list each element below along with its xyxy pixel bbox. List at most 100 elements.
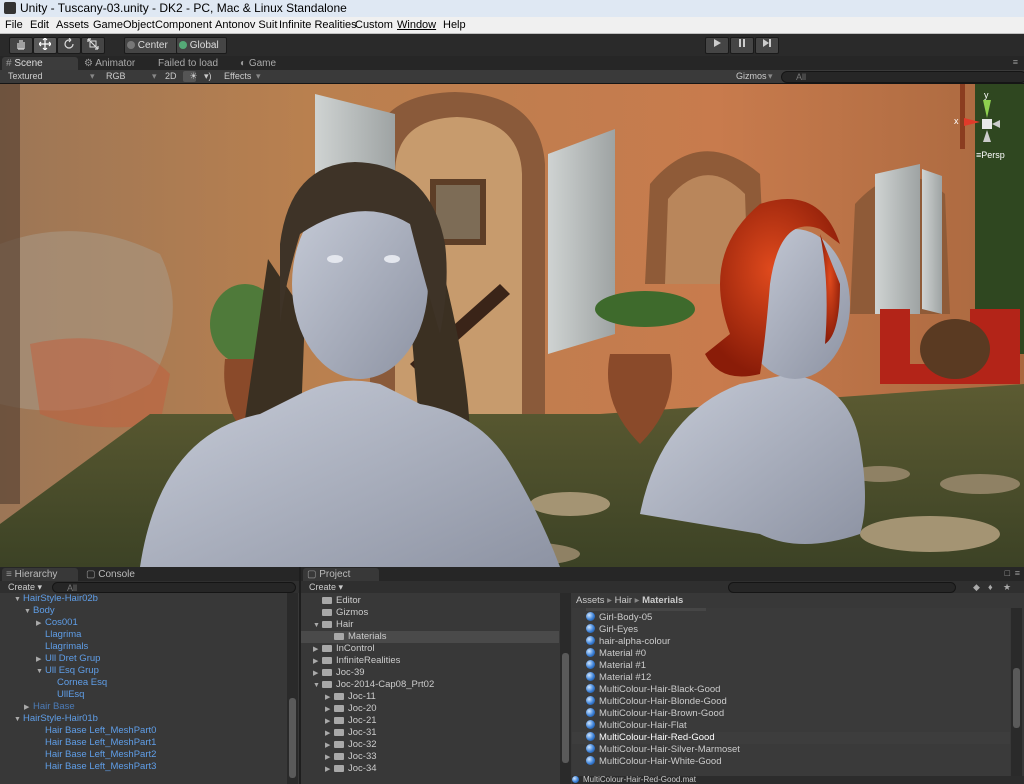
project-search-input[interactable] — [728, 582, 956, 593]
tab-hierarchy[interactable]: ≡ Hierarchy — [2, 568, 78, 581]
hierarchy-item[interactable]: ▼ HairStyle-Hair02b — [14, 593, 98, 605]
favorite-star-icon[interactable]: ★ — [1003, 581, 1011, 593]
folder-item[interactable]: ▶ Joc-39 — [313, 667, 365, 679]
menu-gameobject[interactable]: GameObject — [93, 17, 155, 33]
menu-help[interactable]: Help — [443, 17, 466, 33]
hierarchy-item[interactable]: ▶ Ull Dret Grup — [36, 653, 100, 665]
hierarchy-item[interactable]: ▼ Body — [24, 605, 55, 617]
hierarchy-scrollbar[interactable] — [287, 593, 298, 784]
hierarchy-item[interactable]: Hair Base Left_MeshPart3 — [45, 761, 156, 773]
scene-viewport[interactable]: y x ≡Persp — [0, 84, 1024, 567]
asset-item[interactable]: Girl-Body-05 — [586, 612, 652, 624]
folder-item[interactable]: ▶ Joc-20 — [325, 703, 377, 715]
color-mode-dropdown[interactable]: RGB — [106, 70, 126, 83]
hierarchy-item[interactable]: Llagrima — [45, 629, 81, 641]
color-mode-chevron-icon: ▾ — [152, 71, 157, 81]
tab-game[interactable]: ◐ Game — [240, 57, 276, 70]
folder-item[interactable]: ▶ Joc-11 — [325, 691, 376, 703]
asset-item[interactable]: MultiColour-Hair-Silver-Marmoset — [586, 744, 740, 756]
panel-menu-icon[interactable]: ≡ — [1013, 57, 1018, 67]
asset-list-scrollbar-thumb[interactable] — [1013, 668, 1020, 728]
play-button[interactable] — [705, 37, 729, 54]
folder-item[interactable]: ▶ InfiniteRealities — [313, 655, 400, 667]
folder-tree-scrollbar[interactable] — [560, 593, 571, 784]
menu-window[interactable]: Window — [397, 17, 436, 33]
lighting-toggle-button[interactable]: ☀ — [183, 71, 198, 82]
effects-dropdown[interactable]: Effects — [224, 70, 251, 83]
scene-search-input[interactable]: All — [781, 71, 1024, 83]
render-mode-dropdown[interactable]: Textured — [8, 70, 43, 83]
asset-item[interactable]: MultiColour-Hair-Black-Good — [586, 684, 720, 696]
asset-item[interactable]: Material #0 — [586, 648, 646, 660]
menu-edit[interactable]: Edit — [30, 17, 49, 33]
asset-item[interactable]: MultiColour-Hair-Flat — [586, 720, 687, 732]
filter-label-icon[interactable]: ♦ — [988, 581, 993, 593]
hierarchy-item[interactable]: ▶ Cos001 — [36, 617, 78, 629]
tab-project[interactable]: ▢ Project — [303, 568, 379, 581]
hierarchy-item[interactable]: Hair Base Left_MeshPart1 — [45, 737, 156, 749]
asset-item[interactable]: MultiColour-Hair-White-Good — [586, 756, 721, 768]
hierarchy-scrollbar-thumb[interactable] — [289, 698, 296, 778]
folder-item[interactable]: ▶ Joc-21 — [325, 715, 377, 727]
folder-item[interactable]: Gizmos — [322, 607, 368, 619]
menu-custom[interactable]: Custom — [355, 17, 393, 33]
project-create-dropdown[interactable]: Create ▾ — [309, 581, 343, 593]
hierarchy-item[interactable]: ▼ Ull Esq Grup — [36, 665, 99, 677]
tab-scene[interactable]: # Scene — [2, 57, 78, 70]
asset-item-selected[interactable]: MultiColour-Hair-Red-Good — [572, 732, 1010, 744]
folder-item[interactable]: ▶ Joc-34 — [325, 763, 377, 775]
breadcrumb-materials[interactable]: Materials — [642, 595, 683, 606]
pause-button[interactable] — [730, 37, 754, 54]
hierarchy-item[interactable]: ▶ Hair Base — [24, 701, 75, 713]
filter-type-icon[interactable]: ◆ — [973, 581, 980, 593]
step-button[interactable] — [755, 37, 779, 54]
tab-animator[interactable]: ⚙ Animator — [84, 57, 135, 70]
toggle-2d-button[interactable]: 2D — [165, 70, 177, 83]
hierarchy-item[interactable]: Cornea Esq — [57, 677, 107, 689]
rotate-tool-button[interactable] — [57, 37, 81, 54]
asset-item[interactable]: MultiColour-Hair-Blonde-Good — [586, 696, 727, 708]
folder-item[interactable]: ▼ Hair — [313, 619, 353, 631]
folder-item[interactable]: ▼ Joc-2014-Cap08_Prt02 — [313, 679, 434, 691]
menu-antonov-suit[interactable]: Antonov Suit — [215, 17, 277, 33]
tab-console[interactable]: ▢ Console — [86, 568, 135, 581]
lock-icon[interactable]: □ — [1005, 568, 1010, 578]
asset-item[interactable]: MultiColour-Hair-Brown-Good — [586, 708, 724, 720]
pivot-mode-button[interactable]: Center — [124, 37, 178, 54]
scene-orientation-gizmo[interactable]: y x ≡Persp — [950, 90, 1020, 162]
asset-item[interactable]: hair-alpha-colour — [586, 636, 670, 648]
menu-assets[interactable]: Assets — [56, 17, 89, 33]
hand-tool-button[interactable] — [9, 37, 33, 54]
hierarchy-item[interactable]: ▼ HairStyle-Hair01b — [14, 713, 98, 725]
menu-infinite-realities[interactable]: Infinite Realities — [279, 17, 357, 33]
asset-item[interactable]: Material #12 — [586, 672, 651, 684]
hierarchy-item[interactable]: Hair Base Left_MeshPart2 — [45, 749, 156, 761]
move-tool-button[interactable] — [33, 37, 57, 54]
projection-label[interactable]: ≡Persp — [976, 150, 1005, 160]
breadcrumb-hair[interactable]: Hair — [615, 595, 632, 606]
asset-label: MultiColour-Hair-Black-Good — [599, 684, 721, 695]
hierarchy-item[interactable]: Hair Base Left_MeshPart0 — [45, 725, 156, 737]
folder-item[interactable]: ▶ InControl — [313, 643, 375, 655]
folder-item[interactable]: ▶ Joc-32 — [325, 739, 377, 751]
folder-item-selected[interactable]: Materials — [301, 631, 559, 643]
hierarchy-search-input[interactable]: All — [52, 582, 296, 593]
hierarchy-item[interactable]: UllEsq — [57, 689, 84, 701]
gizmos-dropdown[interactable]: Gizmos — [736, 70, 767, 83]
breadcrumb-assets[interactable]: Assets — [576, 595, 605, 606]
folder-item[interactable]: ▶ Joc-31 — [325, 727, 377, 739]
asset-list-scrollbar[interactable] — [1011, 608, 1022, 776]
asset-item[interactable]: Material #1 — [586, 660, 646, 672]
menu-component[interactable]: Component — [155, 17, 212, 33]
scale-tool-button[interactable] — [81, 37, 105, 54]
folder-item[interactable]: Editor — [322, 595, 361, 607]
panel-menu-icon[interactable]: ≡ — [1015, 568, 1020, 578]
folder-tree-scrollbar-thumb[interactable] — [562, 653, 569, 763]
hierarchy-item[interactable]: Llagrimals — [45, 641, 88, 653]
tab-failed-to-load[interactable]: Failed to load — [158, 57, 218, 70]
menu-file[interactable]: File — [5, 17, 23, 33]
hierarchy-create-dropdown[interactable]: Create ▾ — [8, 581, 42, 593]
folder-item[interactable]: ▶ Joc-33 — [325, 751, 377, 763]
asset-item[interactable]: Girl-Eyes — [586, 624, 638, 636]
pivot-rotation-button[interactable]: Global — [176, 37, 227, 54]
